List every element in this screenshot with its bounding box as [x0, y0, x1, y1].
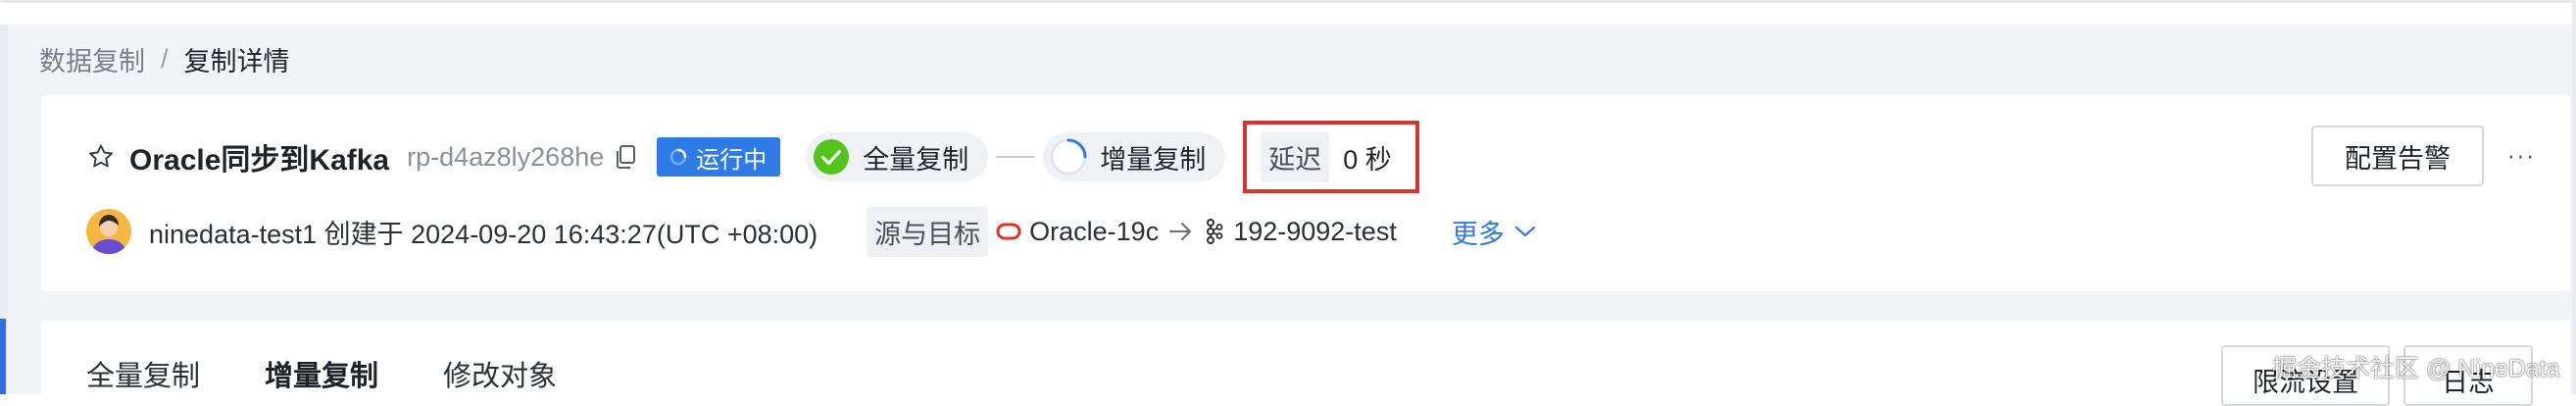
loading-spinner-icon — [669, 147, 688, 167]
breadcrumb: 数据复制 / 复制详情 — [39, 39, 290, 78]
log-button[interactable]: 日志 — [2403, 345, 2533, 406]
rate-limit-button[interactable]: 限流设置 — [2221, 345, 2390, 406]
task-id: rp-d4az8ly268he — [407, 141, 605, 172]
ellipsis-icon[interactable]: ··· — [2502, 137, 2541, 173]
tab-incremental-replication[interactable]: 增量复制 — [265, 353, 378, 394]
more-link-label: 更多 — [1451, 219, 1505, 249]
status-label: 运行中 — [696, 146, 768, 174]
task-meta: ninedata-test1 创建于 2024-09-20 16:43:27(U… — [86, 206, 1536, 257]
stage-full: 全量复制 — [806, 132, 989, 181]
tab-full-replication[interactable]: 全量复制 — [86, 353, 200, 394]
left-nav-accent — [0, 319, 6, 394]
creator-info: ninedata-test1 创建于 2024-09-20 16:43:27(U… — [149, 219, 818, 249]
delay-label: 延迟 — [1261, 131, 1330, 182]
arrow-right-icon — [1168, 221, 1194, 242]
kafka-icon — [1204, 219, 1223, 244]
delay-value: 0 秒 — [1343, 144, 1392, 175]
oracle-icon — [996, 223, 1021, 240]
source-name: Oracle-19c — [1029, 216, 1160, 246]
source-datasource[interactable]: Oracle-19c — [996, 217, 1159, 247]
chevron-down-icon — [1514, 225, 1536, 238]
detail-tabs: 全量复制 增量复制 修改对象 — [86, 353, 621, 394]
stage-connector — [996, 156, 1036, 158]
delay-highlight: 延迟 0 秒 — [1243, 121, 1419, 193]
top-strip — [0, 3, 2576, 25]
target-datasource[interactable]: 192-9092-test — [1204, 217, 1397, 247]
tab-modify-objects[interactable]: 修改对象 — [443, 353, 557, 394]
task-header: Oracle同步到Kafka rp-d4az8ly268he 运行中 全量复制 — [86, 121, 1419, 193]
breadcrumb-parent[interactable]: 数据复制 — [39, 40, 145, 78]
source-target-label: 源与目标 — [867, 206, 989, 257]
status-badge: 运行中 — [657, 137, 781, 177]
avatar — [86, 209, 131, 254]
check-circle-icon — [812, 137, 851, 177]
loading-ring-icon — [1049, 137, 1088, 177]
stage-full-label: 全量复制 — [863, 144, 969, 175]
right-edge — [2572, 0, 2576, 394]
task-title: Oracle同步到Kafka — [129, 144, 390, 177]
target-name: 192-9092-test — [1233, 216, 1397, 246]
star-outline-icon[interactable] — [86, 142, 116, 172]
stage-incremental: 增量复制 — [1043, 132, 1226, 181]
alert-config-button[interactable]: 配置告警 — [2311, 126, 2484, 186]
breadcrumb-separator: / — [161, 43, 169, 74]
copy-icon[interactable] — [614, 144, 637, 170]
more-link[interactable]: 更多 — [1452, 213, 1536, 251]
breadcrumb-current: 复制详情 — [183, 46, 290, 76]
stage-incremental-label: 增量复制 — [1100, 144, 1207, 175]
